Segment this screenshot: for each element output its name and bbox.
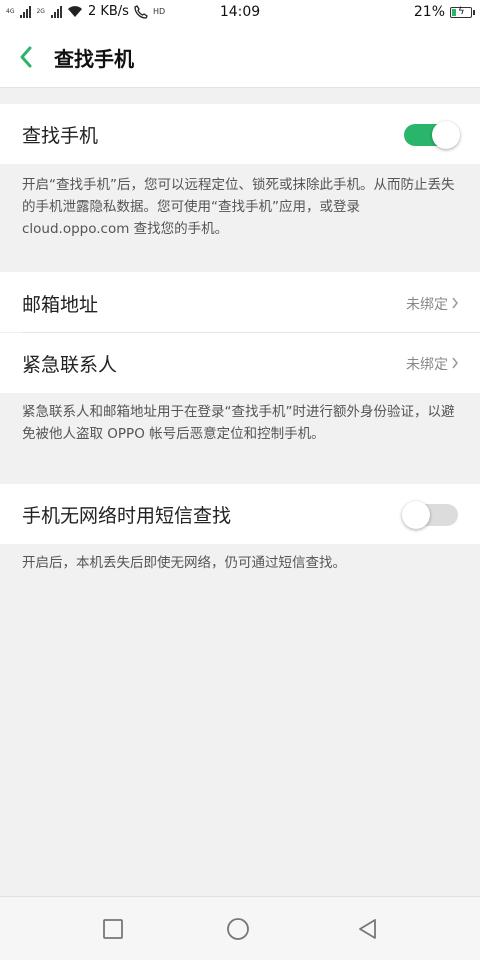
sms-find-description: 开启后，本机丢失后即使无网络，仍可通过短信查找。 [22,555,346,571]
back-chevron-icon[interactable] [14,42,42,72]
chevron-right-icon [452,297,458,309]
battery-percent: 21% [413,4,445,20]
emergency-contact-label: 紧急联系人 [22,354,118,376]
recent-apps-square-icon[interactable] [101,917,125,941]
toggle-knob [402,501,430,529]
emergency-contact-status: 未绑定 [406,357,448,373]
emergency-description: 紧急联系人和邮箱地址用于在登录“查找手机”时进行额外身份验证，以避免被他人盗取 … [22,404,455,442]
system-nav-bar [0,896,480,960]
sms-find-toggle[interactable] [402,501,458,529]
emergency-contact-row[interactable]: 紧急联系人 未绑定 [0,333,480,393]
back-triangle-icon[interactable] [356,917,380,941]
battery-icon: ϟ [450,5,475,18]
app-header: 查找手机 [0,26,480,88]
status-right-group: 21% ϟ [413,4,475,20]
sms-find-row[interactable]: 手机无网络时用短信查找 [0,484,480,544]
find-phone-toggle[interactable] [404,121,460,149]
home-circle-icon[interactable] [226,917,250,941]
find-phone-description: 开启“查找手机”后，您可以远程定位、锁死或抹除此手机。从而防止丢失的手机泄露隐私… [22,177,455,237]
status-bar: 4G 2G 2 KB/s HD 14:09 21% ϟ [0,0,480,26]
email-status: 未绑定 [406,297,448,313]
toggle-knob [432,121,460,149]
find-phone-row[interactable]: 查找手机 [0,104,480,164]
find-phone-label: 查找手机 [22,125,99,147]
email-row[interactable]: 邮箱地址 未绑定 [0,272,480,332]
charging-icon: ϟ [458,5,465,17]
battery-fill [452,8,456,16]
email-label: 邮箱地址 [22,294,99,316]
chevron-right-icon [452,357,458,369]
page-title: 查找手机 [54,47,134,71]
sms-find-label: 手机无网络时用短信查找 [22,505,232,527]
clock: 14:09 [219,4,261,20]
